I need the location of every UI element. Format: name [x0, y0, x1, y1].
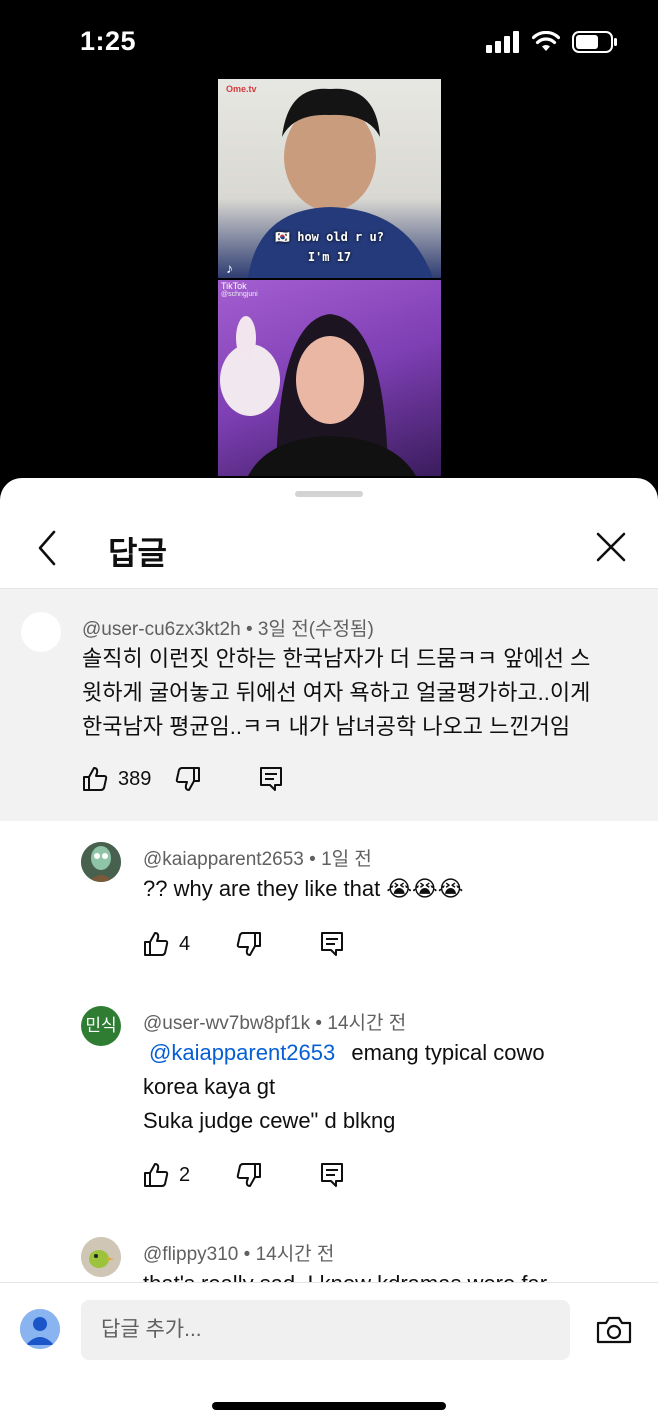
like-icon	[83, 767, 108, 791]
wifi-icon	[532, 31, 560, 51]
avatar[interactable]	[81, 842, 121, 882]
status-time: 1:25	[80, 26, 137, 56]
close-button[interactable]	[592, 528, 630, 566]
comment-text-line-2: korea kaya gt	[143, 1074, 276, 1099]
video-frame-top: Ome.tv 🇰🇷 how old r u? I'm 17 ♪	[218, 79, 441, 278]
comment-meta: @user-wv7bw8pf1k • 14시간 전	[143, 1013, 407, 1034]
dislike-icon	[176, 767, 201, 791]
avatar[interactable]	[81, 1237, 121, 1277]
user-avatar[interactable]	[20, 1309, 60, 1349]
comment-author[interactable]: @user-wv7bw8pf1k	[143, 1013, 310, 1034]
video-frame-bottom: TikTok @schngjuni	[218, 280, 441, 476]
comment-author[interactable]: @flippy310	[143, 1244, 238, 1265]
like-count: 389	[118, 767, 152, 790]
user-avatar-icon	[20, 1309, 60, 1349]
like-button[interactable]: 4	[143, 931, 190, 957]
video-caption-1: 🇰🇷 how old r u?	[275, 230, 384, 244]
close-icon	[596, 532, 626, 562]
dislike-button[interactable]	[236, 931, 262, 957]
reply-button[interactable]	[320, 1162, 344, 1188]
replies-sheet: 답글 @user-cu6zx3kt2h • 3일 전(수정됨) 솔직히 이런짓 …	[0, 478, 658, 1423]
sheet-header: 답글	[0, 510, 658, 589]
dislike-button[interactable]	[175, 766, 201, 792]
reply-icon	[321, 1163, 344, 1187]
like-button[interactable]: 389	[82, 766, 151, 792]
reply-icon	[260, 767, 283, 791]
dislike-button[interactable]	[236, 1162, 262, 1188]
reply-input[interactable]: 답글 추가...	[81, 1300, 570, 1360]
reply-button[interactable]	[320, 931, 344, 957]
signal-icon	[486, 31, 519, 53]
comment-text: ?? why are they like that 😭😭😭	[143, 876, 464, 901]
video-caption-2: I'm 17	[307, 250, 352, 264]
like-count: 2	[179, 1163, 191, 1186]
comment-text-line-3: Suka judge cewe" d blkng	[143, 1108, 396, 1133]
camera-icon	[596, 1316, 632, 1344]
comment-time: 14시간 전	[255, 1244, 335, 1265]
comment-time: 14시간 전	[327, 1013, 407, 1034]
home-indicator	[212, 1402, 446, 1410]
battery-icon	[572, 31, 617, 53]
comment-actions: 389	[82, 766, 283, 792]
reply-icon	[321, 932, 344, 956]
character-avatar-icon	[81, 842, 121, 882]
comment-text-line-1: 솔직히 이런짓 안하는 한국남자가 더 드뭄ㅋㅋ 앞에선 스	[82, 646, 591, 671]
person-silhouette-icon	[220, 314, 416, 476]
dislike-icon	[236, 932, 262, 956]
camera-button[interactable]	[596, 1315, 632, 1345]
video-player[interactable]: Ome.tv 🇰🇷 how old r u? I'm 17 ♪ TikTok @…	[218, 79, 441, 477]
bird-avatar-icon	[81, 1237, 121, 1277]
comment-meta: @kaiapparent2653 • 1일 전	[143, 849, 372, 870]
comment-meta: @user-cu6zx3kt2h • 3일 전(수정됨)	[82, 619, 374, 640]
person-silhouette-icon	[248, 88, 433, 278]
avatar[interactable]: 민식	[81, 1006, 121, 1046]
comment-actions: 2	[143, 1162, 344, 1188]
back-button[interactable]	[30, 528, 66, 568]
dislike-icon	[236, 1163, 262, 1187]
like-count: 4	[179, 932, 191, 955]
like-button[interactable]: 2	[143, 1162, 190, 1188]
mention-link[interactable]: @kaiapparent2653	[149, 1040, 335, 1065]
comment-text-line-2: 윗하게 굴어놓고 뒤에선 여자 욕하고 얼굴평가하고..이게	[82, 680, 591, 705]
back-arrow-icon	[38, 530, 56, 566]
sheet-drag-handle[interactable]	[295, 491, 363, 497]
comment-author[interactable]: @kaiapparent2653	[143, 849, 304, 870]
comment-text-line-3: 한국남자 평균임..ㅋㅋ 내가 남녀공학 나오고 느낀거임	[82, 714, 571, 739]
like-icon	[144, 932, 169, 956]
status-bar: 1:25	[0, 0, 658, 80]
comment-actions: 4	[143, 931, 344, 957]
reply-composer: 답글 추가...	[0, 1282, 658, 1423]
status-icons	[486, 30, 618, 54]
reply-button[interactable]	[259, 766, 283, 792]
comment-time: 3일 전(수정됨)	[257, 619, 374, 640]
parent-comment: @user-cu6zx3kt2h • 3일 전(수정됨) 솔직히 이런짓 안하는…	[0, 589, 658, 821]
comment-time: 1일 전	[321, 849, 372, 870]
comment-author[interactable]: @user-cu6zx3kt2h	[82, 619, 241, 640]
comment-text-line-1: @kaiapparent2653 emang typical cowo	[143, 1036, 545, 1070]
avatar-initials: 민식	[85, 1016, 117, 1035]
tiktok-logo-icon: ♪	[226, 260, 233, 276]
like-icon	[144, 1163, 169, 1187]
avatar[interactable]	[21, 612, 61, 652]
comment-text: emang typical cowo	[351, 1040, 545, 1065]
comment-meta: @flippy310 • 14시간 전	[143, 1244, 335, 1265]
sheet-title: 답글	[108, 535, 167, 571]
